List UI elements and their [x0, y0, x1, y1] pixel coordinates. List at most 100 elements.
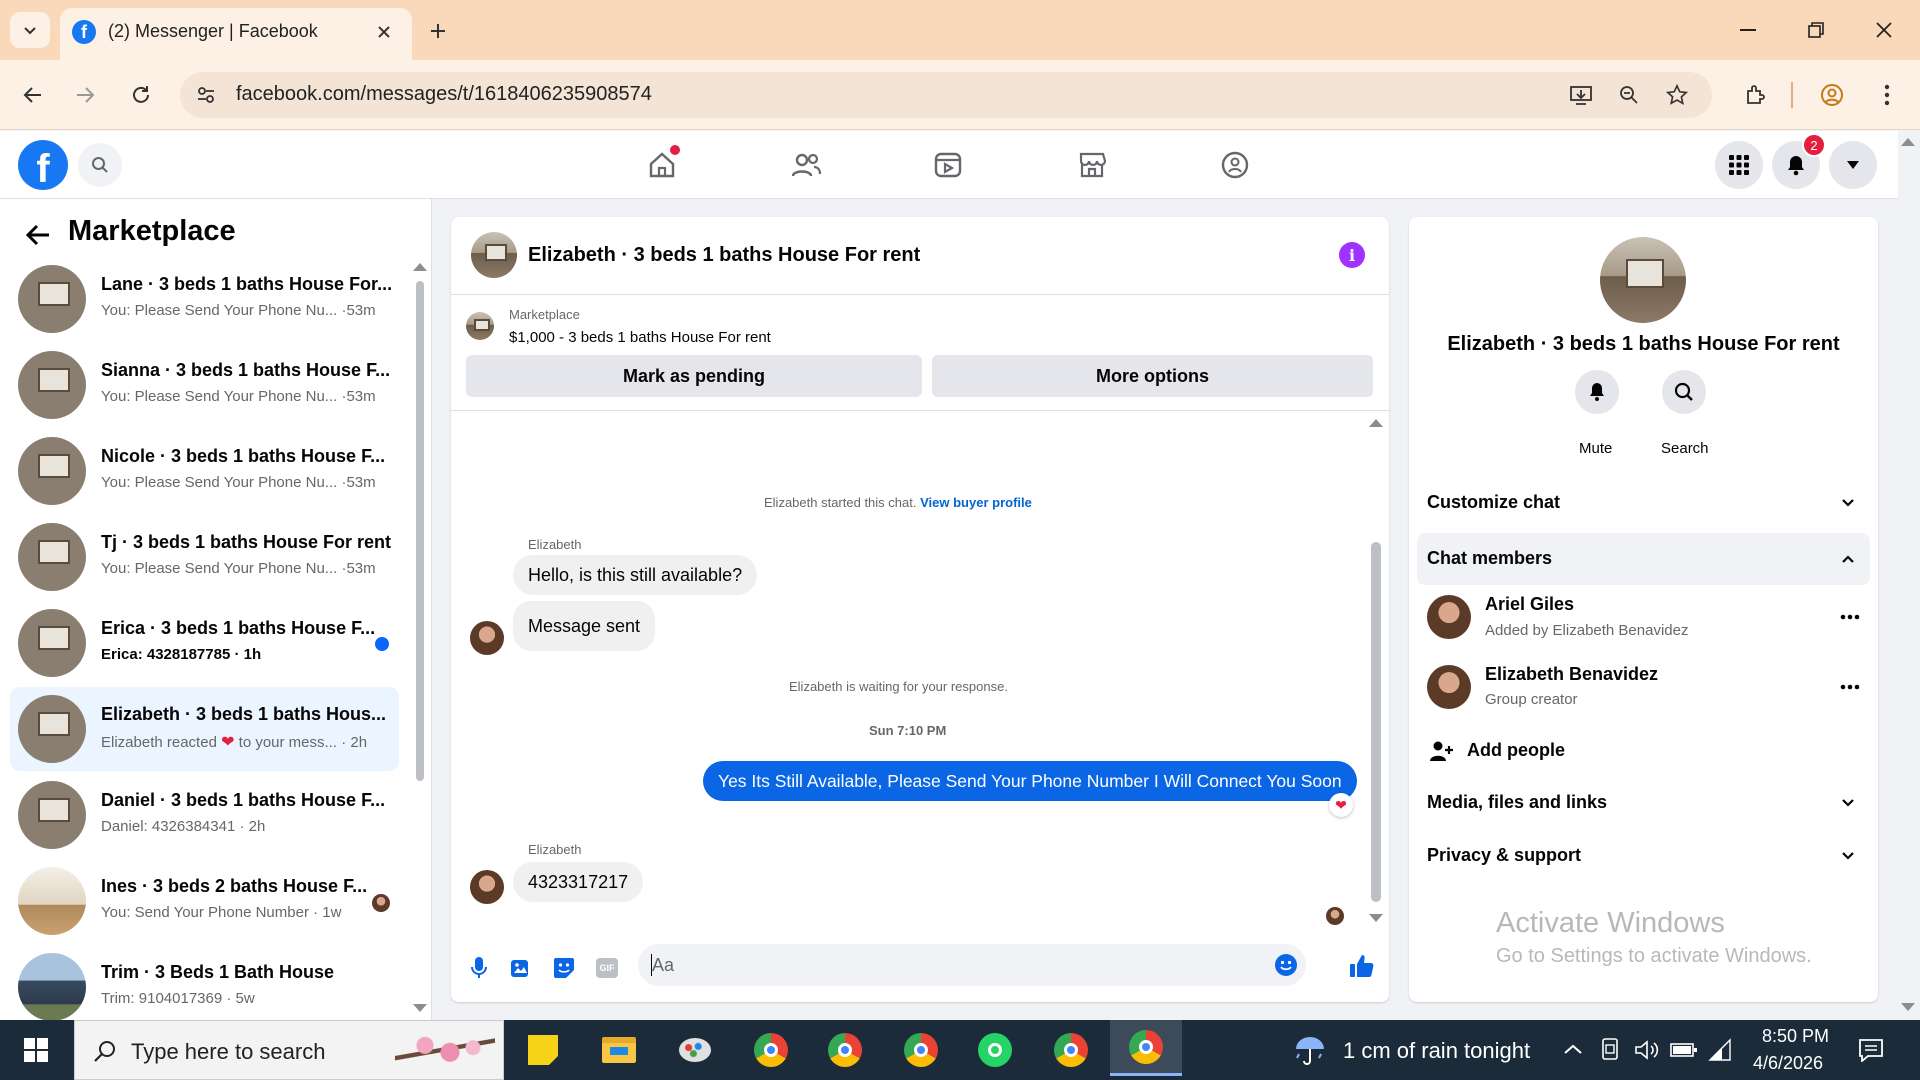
scroll-down-arrow-icon[interactable]: [413, 1004, 427, 1012]
sidebar-scrollbar[interactable]: [416, 281, 424, 781]
minimize-icon[interactable]: [1724, 14, 1772, 46]
member-name[interactable]: Elizabeth Benavidez: [1485, 664, 1658, 685]
outgoing-message[interactable]: Yes Its Still Available, Please Send You…: [703, 761, 1357, 801]
device-icon[interactable]: [1600, 1038, 1620, 1062]
chat-scrollbar[interactable]: [1371, 542, 1381, 902]
chrome-profile-3-icon[interactable]: [894, 1024, 948, 1076]
watch-icon[interactable]: [916, 139, 980, 191]
customize-chat-row[interactable]: Customize chat: [1417, 479, 1870, 527]
show-hidden-icons-chevron-icon[interactable]: [1564, 1044, 1582, 1054]
member-role: Added by Elizabeth Benavidez: [1485, 622, 1689, 639]
account-menu-button[interactable]: [1829, 141, 1877, 189]
site-info-icon[interactable]: [194, 83, 218, 107]
weather-text[interactable]: 1 cm of rain tonight: [1343, 1038, 1530, 1064]
message-input[interactable]: Aa: [638, 944, 1306, 986]
thumbs-up-icon[interactable]: [1347, 951, 1377, 981]
conversation-item[interactable]: Ines · 3 beds 2 baths House F... You: Se…: [10, 859, 399, 943]
listing-thumbnail: [18, 265, 86, 333]
chrome-profile-1-icon[interactable]: [744, 1024, 798, 1076]
microphone-icon[interactable]: [465, 953, 493, 983]
notification-center-icon[interactable]: [1858, 1038, 1884, 1062]
gif-icon[interactable]: GIF: [593, 953, 621, 983]
address-bar[interactable]: facebook.com/messages/t/1618406235908574: [180, 72, 1712, 118]
battery-icon[interactable]: [1670, 1040, 1698, 1060]
page-scroll-up-arrow-icon[interactable]: [1901, 138, 1915, 146]
chrome-profile-2-icon[interactable]: [818, 1024, 872, 1076]
clock-date[interactable]: 4/6/2026: [1753, 1053, 1823, 1074]
paint-app-icon[interactable]: [668, 1024, 722, 1076]
conversation-item[interactable]: Nicole · 3 beds 1 baths House F... You: …: [10, 429, 399, 513]
taskbar-search-box[interactable]: Type here to search: [74, 1020, 504, 1080]
member-avatar[interactable]: [1427, 665, 1471, 709]
browser-menu-icon[interactable]: [1870, 78, 1904, 112]
more-options-button[interactable]: More options: [932, 355, 1373, 397]
privacy-support-row[interactable]: Privacy & support: [1417, 832, 1870, 880]
new-tab-icon[interactable]: [420, 16, 456, 46]
zoom-icon[interactable]: [1614, 81, 1644, 109]
incoming-message[interactable]: Hello, is this still available?: [513, 555, 758, 595]
volume-icon[interactable]: [1634, 1038, 1660, 1062]
whatsapp-app-icon[interactable]: [968, 1024, 1022, 1076]
menu-grid-button[interactable]: [1715, 141, 1763, 189]
install-app-icon[interactable]: [1566, 81, 1596, 109]
back-icon[interactable]: [14, 76, 52, 114]
reload-icon[interactable]: [122, 76, 160, 114]
close-window-icon[interactable]: [1860, 14, 1908, 46]
info-icon[interactable]: i: [1339, 242, 1365, 268]
bookmark-star-icon[interactable]: [1662, 81, 1692, 109]
member-options-icon[interactable]: [1834, 601, 1866, 633]
member-avatar[interactable]: [1427, 595, 1471, 639]
member-options-icon[interactable]: [1834, 671, 1866, 703]
file-explorer-app-icon[interactable]: [592, 1024, 646, 1076]
extensions-icon[interactable]: [1738, 78, 1774, 112]
groups-icon[interactable]: [1203, 139, 1267, 191]
browser-tab[interactable]: f (2) Messenger | Facebook: [60, 8, 412, 60]
sticker-icon[interactable]: [550, 953, 578, 983]
clock-time[interactable]: 8:50 PM: [1762, 1026, 1829, 1047]
rain-umbrella-icon[interactable]: [1290, 1032, 1330, 1068]
back-arrow-icon[interactable]: [18, 215, 58, 255]
heart-reaction-icon: ❤: [221, 734, 235, 751]
chrome-active-window-icon[interactable]: [1110, 1020, 1182, 1076]
page-scroll-down-arrow-icon[interactable]: [1901, 1003, 1915, 1011]
chat-members-row[interactable]: Chat members: [1417, 533, 1870, 585]
restore-icon[interactable]: [1792, 14, 1840, 46]
wifi-icon[interactable]: [1708, 1038, 1734, 1062]
sticky-notes-app-icon[interactable]: [516, 1024, 570, 1076]
close-tab-icon[interactable]: [372, 20, 396, 44]
member-name[interactable]: Ariel Giles: [1485, 594, 1574, 615]
chrome-profile-4-icon[interactable]: [1044, 1024, 1098, 1076]
home-icon[interactable]: [630, 139, 694, 191]
fb-search-icon[interactable]: [78, 143, 122, 187]
conversation-item[interactable]: Lane · 3 beds 1 baths House For... You: …: [10, 257, 399, 341]
mute-button[interactable]: [1575, 370, 1619, 414]
mark-as-pending-button[interactable]: Mark as pending: [466, 355, 922, 397]
incoming-message[interactable]: 4323317217: [513, 862, 644, 902]
media-files-row[interactable]: Media, files and links: [1417, 779, 1870, 827]
notifications-button[interactable]: 2: [1772, 133, 1826, 189]
conversation-item[interactable]: Erica · 3 beds 1 baths House F... Erica:…: [10, 601, 399, 685]
conversation-item[interactable]: Tj · 3 beds 1 baths House For rent You: …: [10, 515, 399, 599]
conversation-item[interactable]: Sianna · 3 beds 1 baths House F... You: …: [10, 343, 399, 427]
emoji-icon[interactable]: [1273, 952, 1299, 978]
forward-icon[interactable]: [66, 76, 104, 114]
marketplace-icon[interactable]: [1060, 139, 1124, 191]
tab-search-chevron-icon[interactable]: [10, 12, 50, 48]
conversation-item[interactable]: Daniel · 3 beds 1 baths House F... Danie…: [10, 773, 399, 857]
search-chat-button[interactable]: [1662, 370, 1706, 414]
scroll-up-arrow-icon[interactable]: [413, 263, 427, 271]
listing-title[interactable]: $1,000 - 3 beds 1 baths House For rent: [509, 329, 771, 346]
heart-reaction-icon[interactable]: ❤: [1329, 793, 1353, 817]
view-buyer-profile-link[interactable]: View buyer profile: [920, 495, 1032, 510]
photo-icon[interactable]: [507, 953, 535, 983]
facebook-logo-icon[interactable]: f: [18, 140, 68, 191]
add-people-row[interactable]: Add people: [1417, 727, 1870, 773]
incoming-message[interactable]: Message sent: [513, 601, 656, 651]
conversation-item[interactable]: Trim · 3 Beds 1 Bath House Trim: 9104017…: [10, 945, 399, 1029]
windows-start-icon[interactable]: [12, 1028, 60, 1072]
friends-icon[interactable]: [774, 139, 838, 191]
profile-icon[interactable]: [1814, 78, 1850, 112]
chat-scroll-down-arrow-icon[interactable]: [1369, 914, 1383, 922]
conversation-item-active[interactable]: Elizabeth · 3 beds 1 baths Hous... Eliza…: [10, 687, 399, 771]
chat-scroll-up-arrow-icon[interactable]: [1369, 419, 1383, 427]
